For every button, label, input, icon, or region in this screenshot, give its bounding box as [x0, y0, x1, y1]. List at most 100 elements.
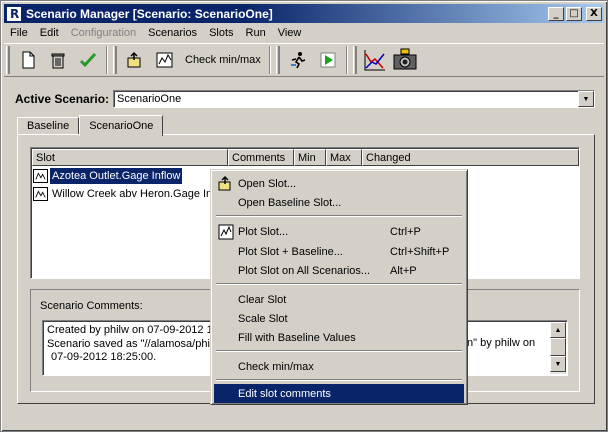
comment-line-tail: n" by philw on	[465, 337, 536, 351]
check-minmax-button[interactable]: Check min/max	[181, 46, 265, 74]
run-button[interactable]	[284, 46, 312, 74]
camera-icon	[393, 48, 417, 70]
menu-separator	[216, 379, 462, 381]
toolbar-separator	[268, 46, 271, 74]
menu-item-label: Check min/max	[238, 360, 314, 373]
menu-icon-spacer	[216, 290, 236, 309]
active-scenario-label: Active Scenario:	[15, 92, 110, 106]
comments-scrollbar[interactable]: ▲ ▼	[550, 322, 566, 374]
menu-view[interactable]: View	[272, 24, 308, 42]
menu-item-shortcut: Alt+P	[390, 264, 417, 277]
menu-item-label: Plot Slot on All Scenarios...	[238, 264, 371, 277]
menu-item-label: Plot Slot...	[238, 225, 289, 238]
menu-icon-spacer	[216, 261, 236, 280]
menu-item-scale-slot[interactable]: Scale Slot	[214, 309, 464, 328]
table-header: Slot Comments Min Max Changed	[32, 149, 579, 166]
menu-file[interactable]: File	[4, 24, 34, 42]
app-icon: R	[6, 5, 22, 22]
accept-button[interactable]	[74, 46, 102, 74]
column-comments[interactable]: Comments	[228, 149, 294, 166]
play-button[interactable]	[314, 46, 342, 74]
slot-name: Willow Creek abv Heron.Gage Infl	[52, 188, 212, 200]
table-row[interactable]: Azotea Outlet.Gage Inflow	[32, 167, 183, 185]
menu-item-shortcut: Ctrl+Shift+P	[390, 245, 450, 258]
series-icon	[33, 169, 48, 183]
menu-item-label: Plot Slot + Baseline...	[238, 245, 343, 258]
series-icon	[33, 187, 48, 201]
toolbar: Check min/max	[4, 43, 604, 77]
active-scenario-row: Active Scenario: ScenarioOne ▼	[15, 89, 595, 109]
scenario-manager-window: R Scenario Manager [Scenario: ScenarioOn…	[0, 0, 608, 432]
menu-icon-spacer	[216, 242, 236, 261]
new-document-icon	[22, 51, 35, 69]
trash-icon	[51, 53, 65, 69]
menu-item-plot-all-scenarios[interactable]: Plot Slot on All Scenarios... Alt+P	[214, 261, 464, 280]
menu-item-check-minmax[interactable]: Check min/max	[214, 357, 464, 376]
menu-item-open-baseline-slot[interactable]: Open Baseline Slot...	[214, 193, 464, 212]
menu-item-label: Open Baseline Slot...	[238, 196, 342, 209]
menu-item-plot-slot-baseline[interactable]: Plot Slot + Baseline... Ctrl+Shift+P	[214, 242, 464, 261]
menu-slots[interactable]: Slots	[203, 24, 239, 42]
chevron-down-icon[interactable]: ▼	[578, 91, 594, 107]
menu-icon-spacer	[216, 357, 236, 376]
menu-separator	[216, 283, 462, 285]
menu-item-label: Scale Slot	[238, 312, 288, 325]
open-slot-button[interactable]	[121, 46, 149, 74]
toolbar-separator	[345, 46, 348, 74]
active-scenario-select[interactable]: ScenarioOne ▼	[113, 90, 595, 108]
scroll-up-icon[interactable]: ▲	[550, 322, 566, 338]
play-icon	[320, 52, 336, 68]
chart-button[interactable]	[361, 46, 389, 74]
menu-item-fill-baseline[interactable]: Fill with Baseline Values	[214, 328, 464, 347]
column-min[interactable]: Min	[294, 149, 326, 166]
snapshot-button[interactable]	[391, 46, 419, 74]
slot-context-menu: Open Slot... Open Baseline Slot... Plot …	[210, 169, 468, 405]
menu-icon-spacer	[216, 328, 236, 347]
toolbar-grip[interactable]	[352, 46, 357, 74]
toolbar-grip[interactable]	[275, 46, 280, 74]
menu-separator	[216, 215, 462, 217]
tab-scenarioone[interactable]: ScenarioOne	[79, 115, 164, 136]
scroll-down-icon[interactable]: ▼	[550, 356, 566, 372]
menu-item-edit-slot-comments[interactable]: Edit slot comments	[214, 384, 464, 403]
plot-icon	[156, 52, 173, 68]
close-button[interactable]: X	[586, 6, 602, 21]
menu-edit[interactable]: Edit	[34, 24, 65, 42]
menu-item-label: Fill with Baseline Values	[238, 331, 356, 344]
menu-run[interactable]: Run	[240, 24, 272, 42]
menu-icon-spacer	[216, 193, 236, 212]
menu-icon-spacer	[216, 384, 236, 403]
plot-button[interactable]	[151, 46, 179, 74]
scroll-thumb[interactable]	[550, 338, 566, 356]
maximize-button[interactable]: □	[566, 6, 582, 21]
toolbar-grip[interactable]	[113, 46, 117, 74]
menu-item-shortcut: Ctrl+P	[390, 225, 421, 238]
checkmark-icon	[79, 52, 97, 68]
title-bar[interactable]: R Scenario Manager [Scenario: ScenarioOn…	[4, 4, 604, 23]
column-slot[interactable]: Slot	[32, 149, 228, 166]
slot-name: Azotea Outlet.Gage Inflow	[50, 168, 183, 184]
scenario-tabs: Baseline ScenarioOne	[17, 115, 164, 136]
tab-baseline[interactable]: Baseline	[17, 117, 80, 135]
new-scenario-button[interactable]	[14, 46, 42, 74]
open-slot-icon	[127, 51, 141, 68]
toolbar-separator	[106, 46, 108, 74]
menu-scenarios[interactable]: Scenarios	[142, 24, 203, 42]
column-changed[interactable]: Changed	[362, 149, 579, 166]
toolbar-grip[interactable]	[6, 46, 10, 74]
minimize-button[interactable]: _	[548, 6, 564, 21]
column-max[interactable]: Max	[326, 149, 362, 166]
menu-item-open-slot[interactable]: Open Slot...	[214, 174, 464, 193]
menu-icon-spacer	[216, 309, 236, 328]
active-scenario-value: ScenarioOne	[117, 93, 182, 105]
menu-item-label: Open Slot...	[238, 177, 297, 190]
table-row[interactable]: Willow Creek abv Heron.Gage Infl	[32, 185, 212, 203]
menu-configuration[interactable]: Configuration	[65, 24, 142, 42]
menu-item-plot-slot[interactable]: Plot Slot... Ctrl+P	[214, 222, 464, 241]
scenario-comments-label: Scenario Comments:	[40, 300, 143, 312]
delete-scenario-button[interactable]	[44, 46, 72, 74]
window-title: Scenario Manager [Scenario: ScenarioOne]	[26, 6, 273, 21]
menu-item-clear-slot[interactable]: Clear Slot	[214, 290, 464, 309]
open-slot-icon	[216, 174, 236, 193]
run-figure-icon	[290, 52, 306, 69]
